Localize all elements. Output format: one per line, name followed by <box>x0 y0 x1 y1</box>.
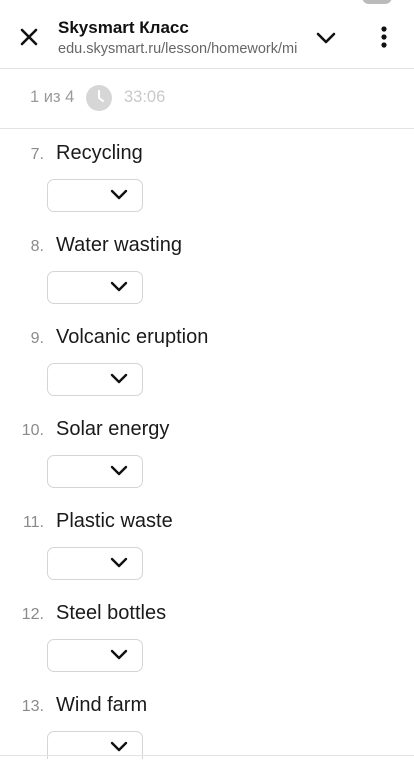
chevron-down-icon <box>110 189 128 200</box>
question-label: Solar energy <box>56 418 170 440</box>
answer-select[interactable] <box>47 271 143 304</box>
question-item: 7. Recycling <box>0 129 414 221</box>
question-label: Steel bottles <box>56 602 167 624</box>
question-label: Wind farm <box>56 694 148 716</box>
chevron-down-icon <box>110 649 128 660</box>
page-url: edu.skysmart.ru/lesson/homework/mi <box>58 41 298 57</box>
question-number: 9. <box>30 330 44 347</box>
page-counter: 1 из 4 <box>30 88 75 106</box>
question-number: 11. <box>22 514 44 531</box>
question-item: 12. Steel bottles <box>0 589 414 681</box>
app-title: Skysmart Класс <box>58 18 189 37</box>
timer: 33:06 <box>124 88 166 106</box>
question-number: 12. <box>21 606 44 623</box>
bottom-divider <box>0 755 414 756</box>
close-icon <box>20 28 38 46</box>
chevron-down-icon <box>110 557 128 568</box>
more-options-button[interactable] <box>372 22 396 52</box>
question-number: 7. <box>30 146 44 163</box>
chevron-down-icon <box>110 281 128 292</box>
answer-select[interactable] <box>47 363 143 396</box>
more-vertical-icon <box>381 26 387 48</box>
question-item: 8. Water wasting <box>0 221 414 313</box>
question-number: 10. <box>21 422 44 439</box>
chevron-down-icon <box>316 32 336 44</box>
question-number: 13. <box>21 698 44 715</box>
question-item: 9. Volcanic eruption <box>0 313 414 405</box>
question-label: Volcanic eruption <box>56 326 209 348</box>
question-item: 13. Wind farm <box>0 681 414 773</box>
answer-select[interactable] <box>47 639 143 672</box>
chevron-down-icon <box>110 373 128 384</box>
question-label: Water wasting <box>56 234 182 256</box>
answer-select[interactable] <box>47 455 143 488</box>
chevron-down-icon <box>110 465 128 476</box>
clock-icon <box>86 85 112 111</box>
browser-top-bar: Skysmart Класс edu.skysmart.ru/lesson/ho… <box>0 6 414 69</box>
question-item: 10. Solar energy <box>0 405 414 497</box>
question-label: Plastic waste <box>56 510 173 532</box>
close-button[interactable] <box>14 22 44 52</box>
battery-icon <box>362 0 392 4</box>
question-item: 11. Plastic waste <box>0 497 414 589</box>
answer-select[interactable] <box>47 547 143 580</box>
expand-button[interactable] <box>312 24 340 52</box>
question-number: 8. <box>30 238 44 255</box>
page-title-block: Skysmart Класс edu.skysmart.ru/lesson/ho… <box>58 18 298 60</box>
answer-select[interactable] <box>47 179 143 212</box>
progress-bar: 1 из 4 33:06 <box>0 69 414 129</box>
question-label: Recycling <box>56 142 143 164</box>
chevron-down-icon <box>110 741 128 752</box>
